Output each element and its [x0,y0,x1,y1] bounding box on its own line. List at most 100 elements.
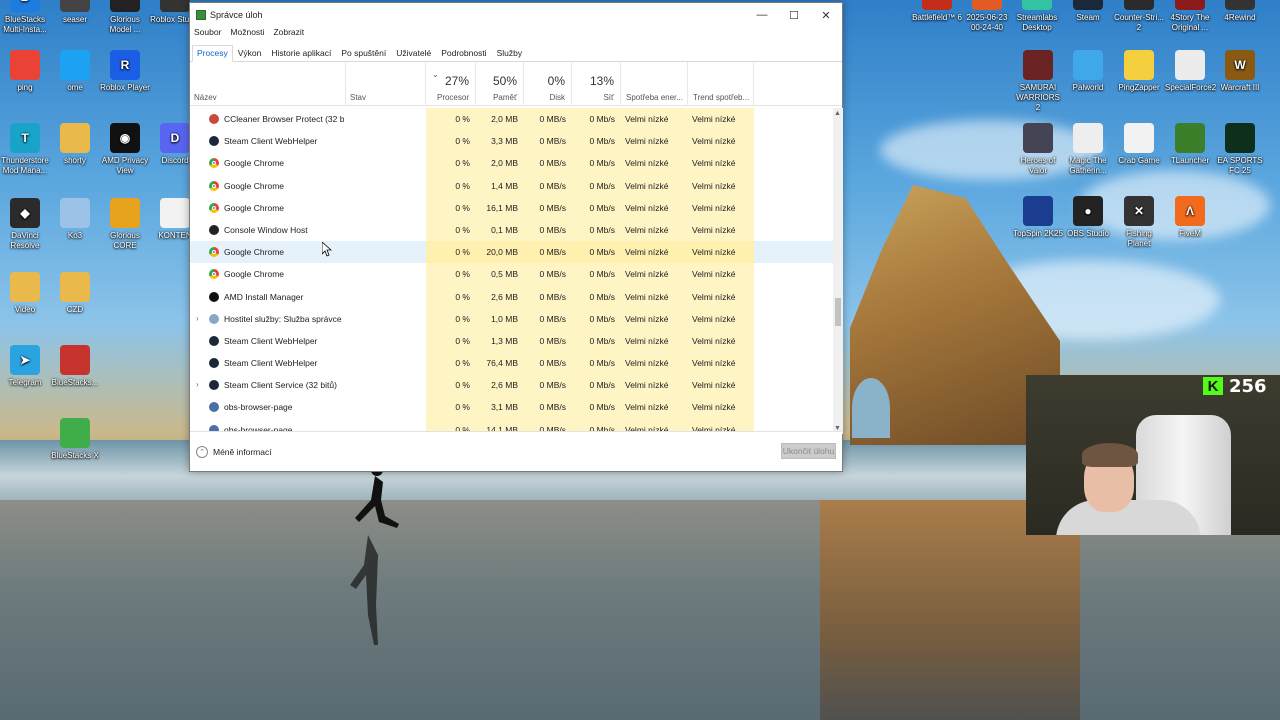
desktop-icon[interactable]: 4Rewind [1215,0,1265,23]
header-disk-label: Disk [549,93,565,102]
desktop-icon[interactable]: SpecialForce2 [1165,50,1216,93]
process-row[interactable]: Steam Client WebHelper 0 % 3,3 MB 0 MB/s 0 M… [190,130,833,153]
desktop-icon[interactable]: Glorious CORE [100,198,150,251]
minimize-button[interactable]: — [746,3,778,27]
desktop-icon-label: 2025-06-23 00-24-40 [966,13,1008,32]
desktop-icon[interactable]: ➤ Telegram [0,345,50,388]
desktop-icon[interactable]: ome [50,50,100,93]
vertical-scrollbar[interactable]: ▲ ▼ [833,108,843,434]
desktop-icon[interactable]: R Roblox Player [100,50,150,93]
desktop-icon-label: BlueStacks Multi-Insta... [3,15,47,34]
process-row[interactable]: Google Chrome 0 % 0,5 MB 0 MB/s 0 Mb/s Velmi … [190,263,833,286]
header-network[interactable]: 13% Síť [572,62,621,106]
desktop-icon[interactable]: Λ FiveM [1165,196,1215,239]
process-row[interactable]: AMD Install Manager 0 % 2,6 MB 0 MB/s 0 Mb/s… [190,285,833,308]
header-memory[interactable]: 50% Paměť [476,62,524,106]
desktop-icon[interactable]: Heroes of Valor [1013,123,1063,176]
header-power[interactable]: Spotřeba ener... [621,62,688,106]
process-mem: 3,3 MB [476,130,524,153]
close-button[interactable]: ✕ [810,3,842,27]
desktop-icon[interactable]: ◆ DaVinci Resolve [0,198,50,251]
process-row[interactable]: CCleaner Browser Protect (32 bi... 0 % 2,0… [190,108,833,131]
desktop-icon[interactable]: 4Story The Original ... [1165,0,1215,33]
desktop-icon[interactable]: T Thunderstore Mod Mana... [0,123,50,176]
desktop-icon[interactable]: W Warcraft III [1215,50,1265,93]
tab-processes[interactable]: Procesy [192,45,233,62]
app-icon [160,0,190,12]
desktop-icon[interactable]: SAMURAI WARRIORS 2 [1013,50,1063,113]
process-row[interactable]: Steam Client WebHelper 0 % 1,3 MB 0 MB/s 0 M… [190,329,833,353]
header-name[interactable]: Název [190,62,346,106]
desktop-icon[interactable]: ping [0,50,50,93]
process-mem: 1,4 MB [476,174,524,197]
process-row[interactable]: Google Chrome 0 % 1,4 MB 0 MB/s 0 Mb/s Velmi … [190,174,833,197]
tab-app-history[interactable]: Historie aplikací [266,45,336,61]
tab-services[interactable]: Služby [492,45,528,61]
desktop-icon[interactable]: BlueStacks X [50,418,100,461]
header-cpu[interactable]: ⌄ 27% Procesor [426,62,476,106]
header-network-label: Síť [603,93,614,102]
desktop-icon[interactable]: BlueStacks... [50,345,100,388]
process-row[interactable]: obs-browser-page 0 % 3,1 MB 0 MB/s 0 Mb/s Vel… [190,396,833,419]
menu-options[interactable]: Možnosti [230,27,264,41]
desktop-icon[interactable]: Streamlabs Desktop [1012,0,1062,33]
desktop-icon[interactable]: Ko3 [50,198,100,241]
streamer-body [1056,500,1201,535]
desktop-icon[interactable]: Video [0,272,50,315]
scroll-up-icon[interactable]: ▲ [834,110,841,117]
scrollbar-thumb[interactable] [835,298,841,326]
desktop-icon-label: Magic The Gatherin... [1069,156,1107,175]
process-row[interactable]: Steam Client WebHelper 0 % 76,4 MB 0 MB/s 0 … [190,352,833,375]
tab-users[interactable]: Uživatelé [391,45,436,61]
header-disk[interactable]: 0% Disk [524,62,572,106]
desktop-icon[interactable]: 2025-06-23 00-24-40 [962,0,1012,33]
process-row[interactable]: Console Window Host 0 % 0,1 MB 0 MB/s 0 Mb/s… [190,218,833,242]
header-power-trend[interactable]: Trend spotřeb... [688,62,754,106]
title-bar[interactable]: Správce úloh — ☐ ✕ [190,3,842,27]
process-net: 0 Mb/s [572,196,621,219]
app-icon [972,0,1002,10]
process-row[interactable]: › Steam Client Service (32 bitů) 0 % 2,6 MB… [190,374,833,397]
desktop-icon[interactable]: ✕ Fishing Planet [1114,196,1164,249]
fewer-details-button[interactable]: ⌃ Méně informací [196,446,272,458]
streamer-hair [1082,443,1138,467]
desktop-icon[interactable]: EA SPORTS FC 25 [1215,123,1265,176]
process-row[interactable]: Google Chrome 0 % 20,0 MB 0 MB/s 0 Mb/s Velmi… [190,241,833,264]
menu-file[interactable]: Soubor [194,27,221,41]
tab-performance[interactable]: Výkon [233,45,267,61]
end-task-button[interactable]: Ukončit úlohu [781,443,836,459]
desktop-icon[interactable]: ◉ AMD Privacy View [100,123,150,176]
tab-details[interactable]: Podrobnosti [436,45,491,61]
desktop-icon[interactable]: Magic The Gatherin... [1063,123,1113,176]
desktop-icon[interactable]: shorty [50,123,100,166]
desktop-icon[interactable]: ● OBS Studio [1063,196,1113,239]
desktop-icon[interactable]: TopSpin 2K25 [1013,196,1063,239]
process-name: obs-browser-page [224,402,293,413]
maximize-button[interactable]: ☐ [778,3,810,27]
desktop-icon[interactable]: B BlueStacks Multi-Insta... [0,0,50,35]
app-icon [1023,123,1053,153]
desktop-icon[interactable]: Battlefield™ 6 [912,0,962,23]
menu-view[interactable]: Zobrazit [273,27,304,41]
header-cpu-pct: 27% [444,74,469,88]
expand-chevron-icon[interactable]: › [196,374,199,396]
desktop-icon[interactable]: PingZapper [1114,50,1164,93]
process-row[interactable]: Google Chrome 0 % 16,1 MB 0 MB/s 0 Mb/s Velmi… [190,196,833,219]
desktop-icon[interactable]: seaser [50,0,100,25]
process-trend: Velmi nízké [688,196,754,219]
desktop-icon[interactable]: Glorious Model ... [100,0,150,35]
header-status[interactable]: Stav [346,62,426,106]
app-icon: W [1225,50,1255,80]
desktop-icon[interactable]: Steam [1063,0,1113,23]
desktop-icon[interactable]: Palworld [1063,50,1113,93]
process-disk: 0 MB/s [524,108,572,131]
process-row[interactable]: › Hostitel služby: Služba správce li... 0 … [190,307,833,330]
desktop-icon[interactable]: CZD [50,272,100,315]
desktop-icon[interactable]: TLauncher [1165,123,1215,166]
desktop-icon[interactable]: Counter-Stri... 2 [1114,0,1164,33]
desktop-icon[interactable]: Crab Game [1114,123,1164,166]
tab-startup[interactable]: Po spuštění [336,45,391,61]
process-row[interactable]: Google Chrome 0 % 2,0 MB 0 MB/s 0 Mb/s Velmi … [190,152,833,175]
process-trend: Velmi nízké [688,130,754,153]
expand-chevron-icon[interactable]: › [196,308,199,330]
